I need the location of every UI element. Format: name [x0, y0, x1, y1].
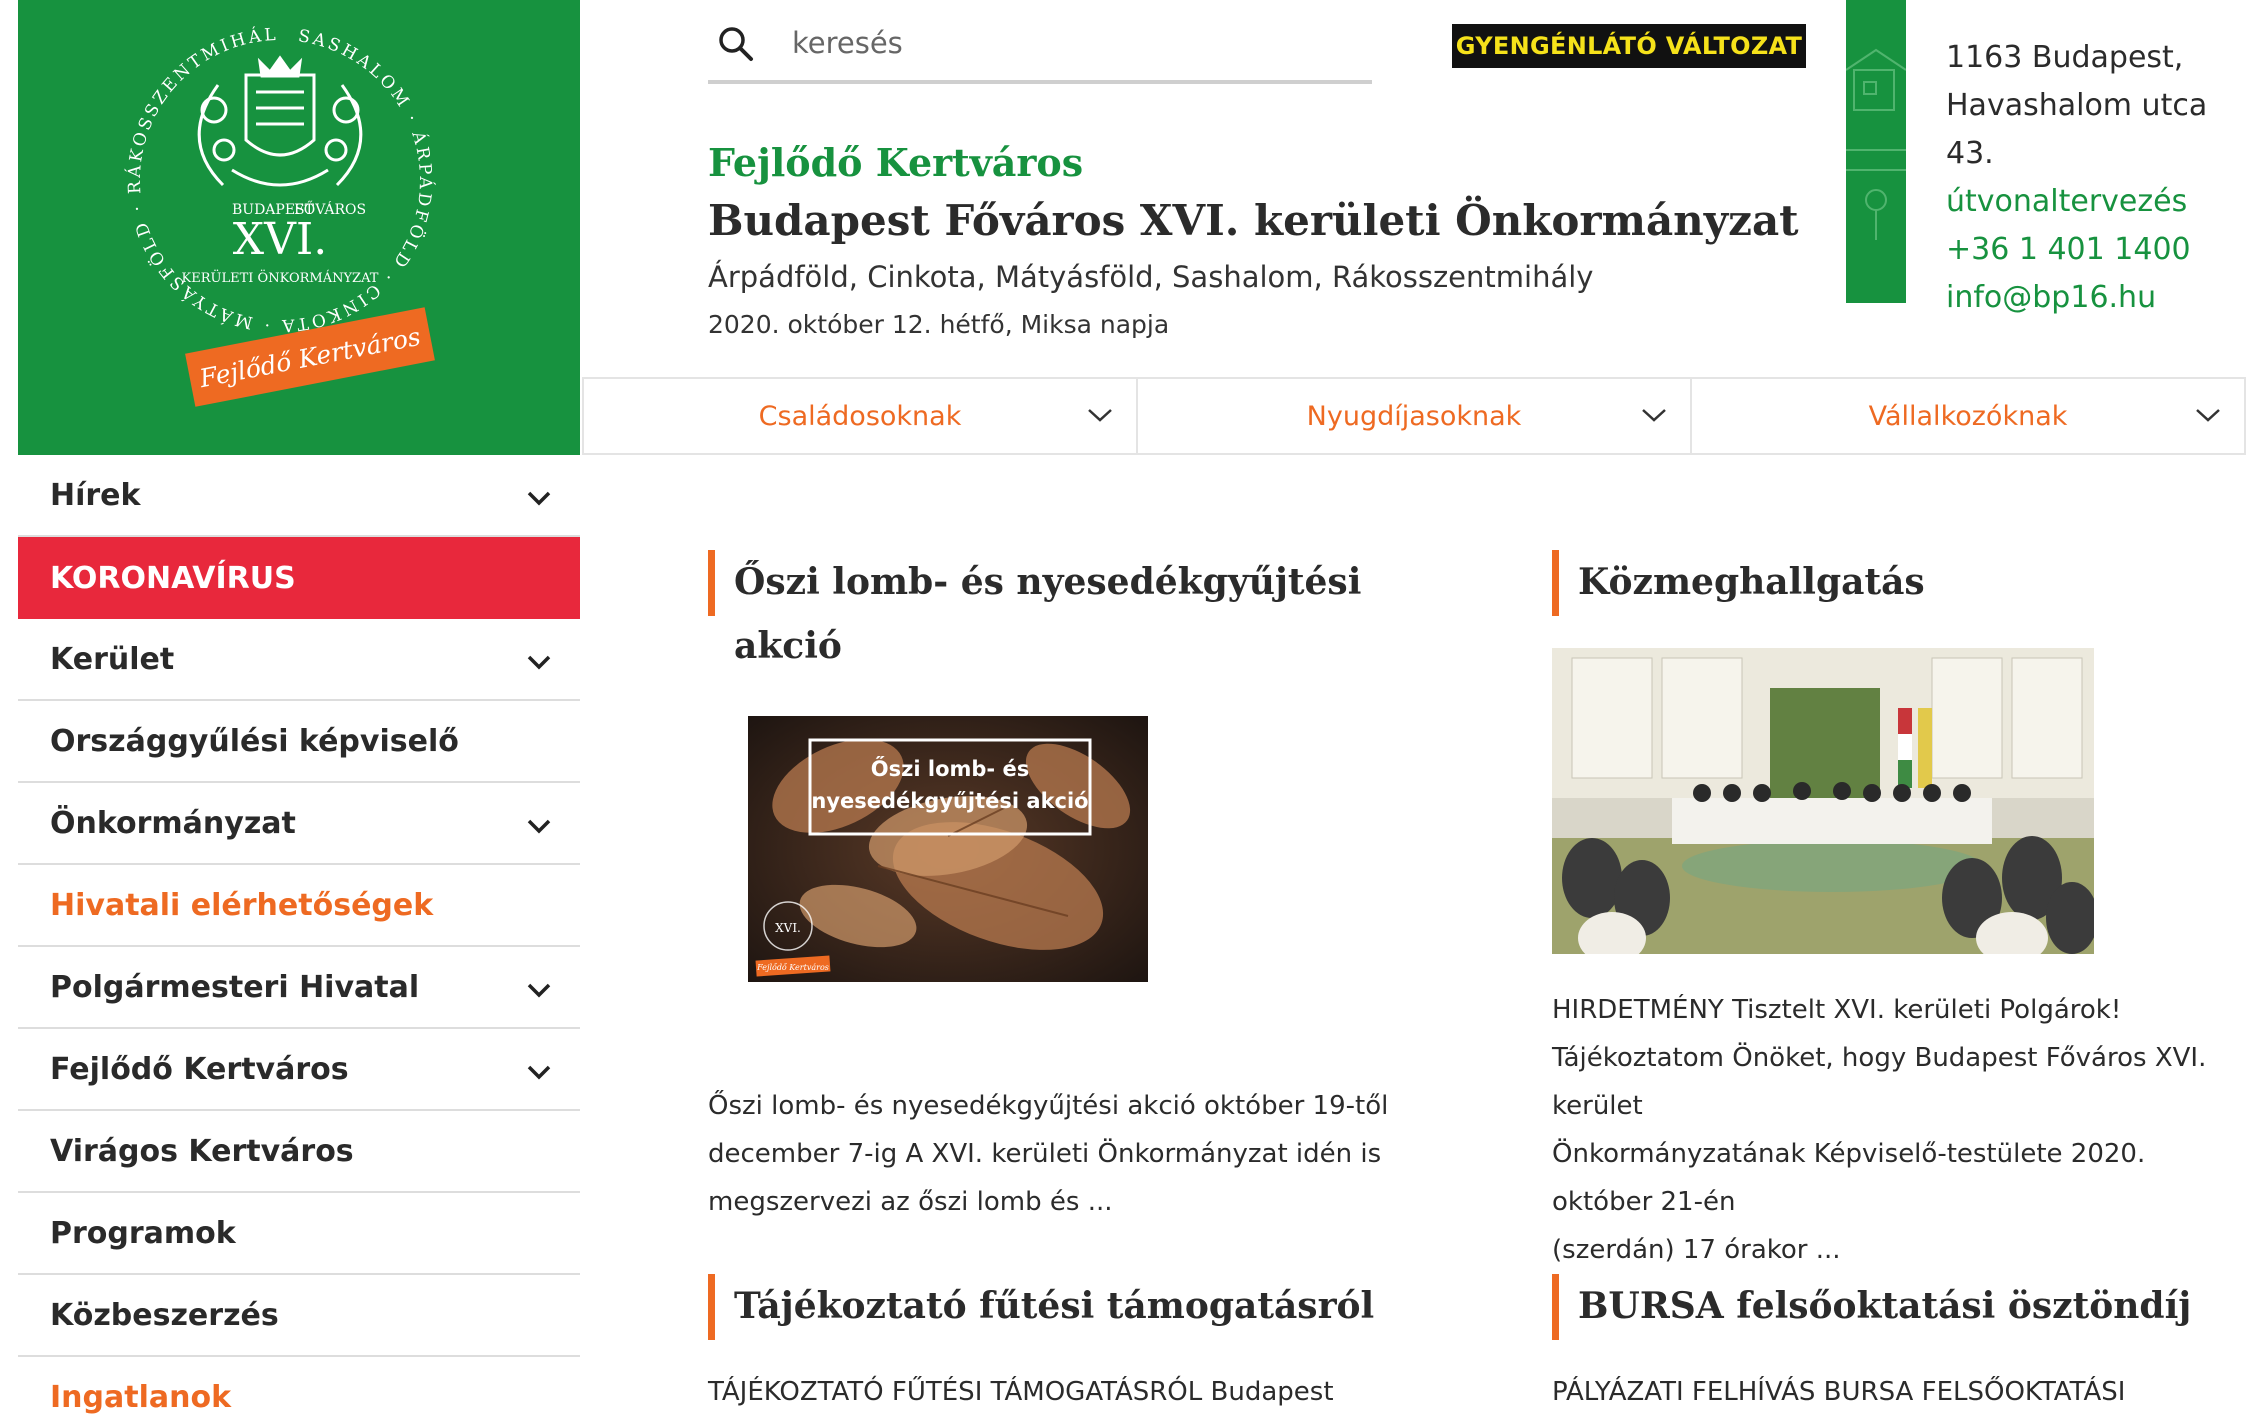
search-input[interactable] — [792, 18, 1352, 68]
excerpt-line: Önkormányzatának Képviselő-testülete 202… — [1552, 1139, 2146, 1217]
route-planner-link[interactable]: útvonaltervezés — [1946, 178, 2256, 226]
sidebar-item-orszaggyulesi-kepviselo[interactable]: Országgyűlési képviselő — [18, 701, 580, 783]
phone-link[interactable]: +36 1 401 1400 — [1946, 226, 2256, 274]
article-card-leaf-collection: Őszi lomb- és nyesedékgyűjtési akció — [708, 550, 1428, 667]
image-ribbon-text: Fejlődő Kertváros — [756, 963, 829, 972]
article-excerpt: Őszi lomb- és nyesedékgyűjtési akció okt… — [708, 1082, 1428, 1226]
sidebar-item-onkormanyzat[interactable]: Önkormányzat — [18, 783, 580, 865]
chevron-down-icon — [1642, 409, 1666, 422]
excerpt-line: PÁLYÁZATI FELHÍVÁS BURSA FELSŐOKTATÁSI — [1552, 1377, 2126, 1407]
sidebar-item-programok[interactable]: Programok — [18, 1193, 580, 1275]
sidebar-item-label: Virágos Kertváros — [50, 1133, 354, 1169]
tab-label: Vállalkozóknak — [1868, 400, 2068, 432]
excerpt-line: HIRDETMÉNY Tisztelt XVI. kerületi Polgár… — [1552, 995, 2122, 1025]
image-caption-line-1: Őszi lomb- és — [871, 756, 1029, 781]
search-icon[interactable] — [716, 24, 756, 64]
article-card-bursa-scholarship: BURSA felsőoktatási ösztöndíj — [1552, 1274, 2252, 1340]
sidebar-item-koronavirus[interactable]: KORONAVÍRUS — [18, 537, 580, 619]
sidebar-item-label: Kerület — [50, 641, 175, 677]
sidebar-item-label: Hivatali elérhetőségek — [50, 887, 434, 923]
excerpt-line: megszervezi az őszi lomb és ... — [708, 1187, 1113, 1217]
site-tagline: Fejlődő Kertváros — [708, 140, 1084, 185]
article-excerpt: HIRDETMÉNY Tisztelt XVI. kerületi Polgár… — [1552, 986, 2252, 1274]
tab-label: Nyugdíjasoknak — [1306, 400, 1522, 432]
chevron-down-icon[interactable] — [526, 653, 552, 671]
chevron-down-icon[interactable] — [526, 1063, 552, 1081]
sidebar-item-label: Országgyűlési képviselő — [50, 723, 459, 759]
search-bar — [708, 0, 1372, 84]
sidebar-item-label: Programok — [50, 1215, 236, 1251]
article-title[interactable]: BURSA felsőoktatási ösztöndíj — [1552, 1274, 2252, 1340]
article-card-public-hearing: Közmeghallgatás — [1552, 550, 2252, 616]
chevron-down-icon[interactable] — [526, 489, 552, 507]
excerpt-line: Őszi lomb- és nyesedékgyűjtési akció okt… — [708, 1091, 1389, 1121]
sidebar-item-label: Ingatlanok — [50, 1379, 232, 1415]
office-illustration — [1846, 0, 1906, 303]
sidebar-item-label: Hírek — [50, 477, 141, 513]
excerpt-line: december 7-ig A XVI. kerületi Önkormányz… — [708, 1139, 1382, 1169]
tab-label: Családosoknak — [758, 400, 962, 432]
article-title[interactable]: Tájékoztató fűtési támogatásról — [708, 1274, 1428, 1340]
contact-block: 1163 Budapest, Havashalom utca 43. útvon… — [1946, 34, 2256, 322]
chevron-down-icon[interactable] — [526, 817, 552, 835]
sidebar-item-ingatlanok[interactable]: Ingatlanok — [18, 1357, 580, 1428]
site-logo[interactable]: SASHALOM · ÁRPÁDFÖLD · CINKOTA · MÁTYÁSF… — [18, 0, 580, 455]
sidebar-item-hivatali-elerhetosegek[interactable]: Hivatali elérhetőségek — [18, 865, 580, 947]
tab-families[interactable]: Családosoknak — [584, 379, 1138, 453]
address-line-1: 1163 Budapest, — [1946, 40, 2184, 75]
sidebar-nav: Hírek KORONAVÍRUS Kerület Országgyűlési kép… — [18, 455, 580, 1428]
article-card-heating-support: Tájékoztató fűtési támogatásról — [708, 1274, 1428, 1340]
crest-emblem: SASHALOM · ÁRPÁDFÖLD · CINKOTA · MÁTYÁSF… — [18, 0, 435, 407]
low-vision-button[interactable]: GYENGÉNLÁTÓ VÁLTOZAT — [1452, 24, 1806, 68]
address-line-2: Havashalom utca 43. — [1946, 88, 2208, 171]
chevron-down-icon — [2196, 409, 2220, 422]
excerpt-line: (szerdán) 17 órakor ... — [1552, 1235, 1841, 1265]
site-title[interactable]: Budapest Főváros XVI. kerületi Önkormány… — [708, 196, 1799, 245]
chevron-down-icon — [1088, 409, 1112, 422]
logo-numeral: XVI. — [233, 214, 327, 265]
sidebar-item-label: KORONAVÍRUS — [50, 560, 296, 596]
date-line: 2020. október 12. hétfő, Miksa napja — [708, 310, 1170, 339]
sidebar-item-hirek[interactable]: Hírek — [18, 455, 580, 537]
article-excerpt: PÁLYÁZATI FELHÍVÁS BURSA FELSŐOKTATÁSI — [1552, 1368, 2252, 1416]
sidebar-item-label: Fejlődő Kertváros — [50, 1051, 349, 1087]
image-logo-numeral: XVI. — [775, 921, 801, 935]
sidebar-item-kerulet[interactable]: Kerület — [18, 619, 580, 701]
logo-subtitle: KERÜLETI ÖNKORMÁNYZAT — [182, 269, 379, 286]
sidebar-item-kozbeszerzes[interactable]: Közbeszerzés — [18, 1275, 580, 1357]
article-image-leaves[interactable]: Őszi lomb- és nyesedékgyűjtési akció XVI… — [748, 716, 1148, 982]
sidebar-item-label: Önkormányzat — [50, 805, 296, 841]
image-caption-line-2: nyesedékgyűjtési akció — [811, 789, 1088, 813]
email-link[interactable]: info@bp16.hu — [1946, 274, 2256, 322]
tab-businesses[interactable]: Vállalkozóknak — [1692, 379, 2244, 453]
sidebar-item-viragos-kertvaros[interactable]: Virágos Kertváros — [18, 1111, 580, 1193]
article-title[interactable]: Őszi lomb- és nyesedékgyűjtési akció — [708, 550, 1428, 667]
chevron-down-icon[interactable] — [526, 981, 552, 999]
article-excerpt: TÁJÉKOZTATÓ FŰTÉSI TÁMOGATÁSRÓL Budapest — [708, 1368, 1428, 1416]
sidebar-item-label: Polgármesteri Hivatal — [50, 969, 420, 1005]
sidebar-item-label: Közbeszerzés — [50, 1297, 279, 1333]
tab-pensioners[interactable]: Nyugdíjasoknak — [1138, 379, 1692, 453]
excerpt-line: Tájékoztatom Önöket, hogy Budapest Fővár… — [1552, 1043, 2207, 1121]
article-title[interactable]: Közmeghallgatás — [1552, 550, 2252, 616]
building-icon — [1846, 48, 1906, 240]
article-image-meeting[interactable] — [1552, 648, 2094, 954]
sidebar-item-polgarmesteri-hivatal[interactable]: Polgármesteri Hivatal — [18, 947, 580, 1029]
districts-line: Árpádföld, Cinkota, Mátyásföld, Sashalom… — [708, 260, 1594, 294]
audience-nav: Családosoknak Nyugdíjasoknak Vállalkozók… — [582, 377, 2246, 455]
excerpt-line: TÁJÉKOZTATÓ FŰTÉSI TÁMOGATÁSRÓL Budapest — [708, 1377, 1334, 1407]
sidebar-item-fejlodo-kertvaros[interactable]: Fejlődő Kertváros — [18, 1029, 580, 1111]
